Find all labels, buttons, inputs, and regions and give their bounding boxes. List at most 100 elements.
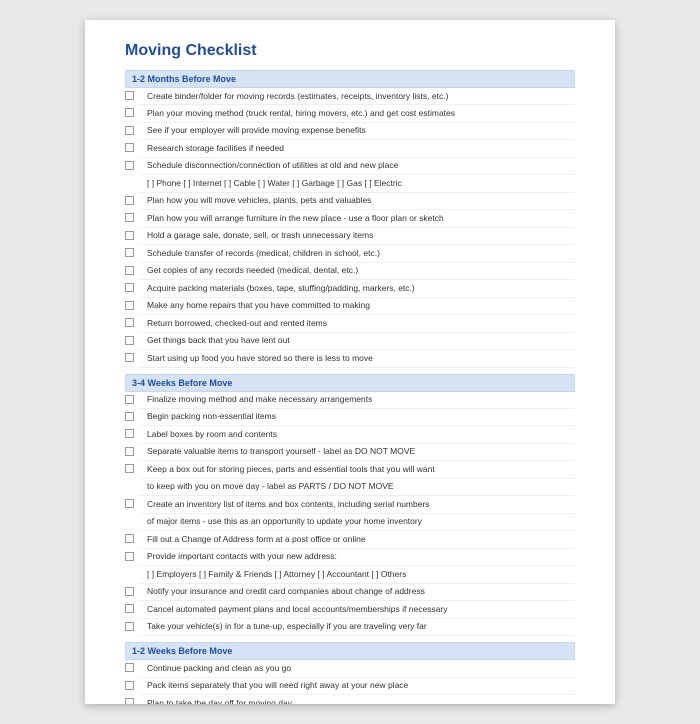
checklist-row: [ ] Employers [ ] Family & Friends [ ] A… (125, 566, 575, 583)
checklist-item-text: Make any home repairs that you have comm… (139, 298, 575, 315)
checklist-item-text: Plan how you will arrange furniture in t… (139, 210, 575, 227)
checkbox-icon[interactable] (125, 604, 134, 613)
checklist-item-text: Pack items separately that you will need… (139, 678, 575, 695)
checkbox-icon[interactable] (125, 429, 134, 438)
checkbox-cell (125, 619, 139, 631)
checkbox-icon[interactable] (125, 587, 134, 596)
page-title: Moving Checklist (125, 42, 575, 60)
checkbox-icon[interactable] (125, 552, 134, 561)
checklist-item-text: Research storage facilities if needed (139, 140, 575, 157)
checkbox-icon[interactable] (125, 681, 134, 690)
checklist-row: Plan how you will arrange furniture in t… (125, 210, 575, 227)
checklist-row: Separate valuable items to transport you… (125, 444, 575, 461)
checkbox-icon[interactable] (125, 161, 134, 170)
checkbox-icon[interactable] (125, 318, 134, 327)
checkbox-cell (125, 210, 139, 222)
checklist-item-text: Notify your insurance and credit card co… (139, 584, 575, 601)
checklist-item-text: Start using up food you have stored so t… (139, 350, 575, 367)
checklist-row: Continue packing and clean as you go (125, 660, 575, 677)
checklist-row: Cancel automated payment plans and local… (125, 601, 575, 618)
checkbox-cell (125, 315, 139, 327)
checkbox-icon[interactable] (125, 663, 134, 672)
checkbox-cell (125, 263, 139, 275)
checkbox-icon[interactable] (125, 143, 134, 152)
checkbox-icon[interactable] (125, 698, 134, 704)
checklist-row: Begin packing non-essential items (125, 409, 575, 426)
checkbox-icon[interactable] (125, 126, 134, 135)
checklist-item-text: Keep a box out for storing pieces, parts… (139, 461, 575, 478)
checkbox-cell (125, 193, 139, 205)
checklist-item-text: Plan how you will move vehicles, plants,… (139, 193, 575, 210)
checklist-row: Get copies of any records needed (medica… (125, 263, 575, 280)
checklist-item-text: Take your vehicle(s) in for a tune-up, e… (139, 619, 575, 636)
checklist-item-text: Cancel automated payment plans and local… (139, 601, 575, 618)
checklist-item-text: Separate valuable items to transport you… (139, 444, 575, 461)
checkbox-cell (125, 514, 139, 515)
checklist-item-text: Finalize moving method and make necessar… (139, 392, 575, 409)
section-header: 1-2 Weeks Before Move (125, 642, 575, 660)
checkbox-cell (125, 695, 139, 704)
checklist-row: Get things back that you have lent out (125, 333, 575, 350)
checklist-item-text: Create binder/folder for moving records … (139, 88, 575, 105)
checkbox-cell (125, 426, 139, 438)
checkbox-icon[interactable] (125, 301, 134, 310)
checkbox-icon[interactable] (125, 395, 134, 404)
checklist-row: Label boxes by room and contents (125, 426, 575, 443)
checkbox-icon[interactable] (125, 231, 134, 240)
checklist-body: 1-2 Months Before MoveCreate binder/fold… (125, 70, 575, 704)
checklist-item-text: Plan to take the day off for moving day (139, 695, 575, 704)
checklist-item-text: Schedule disconnection/connection of uti… (139, 158, 575, 175)
checkbox-cell (125, 175, 139, 176)
checklist-row: Make any home repairs that you have comm… (125, 298, 575, 315)
checkbox-icon[interactable] (125, 108, 134, 117)
checklist-row: Finalize moving method and make necessar… (125, 392, 575, 409)
checkbox-cell (125, 566, 139, 567)
checklist-row: Notify your insurance and credit card co… (125, 584, 575, 601)
checkbox-cell (125, 105, 139, 117)
checklist-item-text: Get copies of any records needed (medica… (139, 263, 575, 280)
checklist-row: Schedule transfer of records (medical, c… (125, 245, 575, 262)
checklist-row: to keep with you on move day - label as … (125, 479, 575, 496)
checkbox-icon[interactable] (125, 412, 134, 421)
checkbox-icon[interactable] (125, 353, 134, 362)
checkbox-cell (125, 333, 139, 345)
checklist-item-text: See if your employer will provide moving… (139, 123, 575, 140)
checkbox-icon[interactable] (125, 283, 134, 292)
checkbox-icon[interactable] (125, 91, 134, 100)
checkbox-cell (125, 245, 139, 257)
checkbox-icon[interactable] (125, 447, 134, 456)
checklist-row: Plan how you will move vehicles, plants,… (125, 193, 575, 210)
checkbox-icon[interactable] (125, 266, 134, 275)
checklist-row: Create an inventory list of items and bo… (125, 496, 575, 513)
checkbox-icon[interactable] (125, 213, 134, 222)
checklist-row: Take your vehicle(s) in for a tune-up, e… (125, 619, 575, 636)
checklist-item-text: to keep with you on move day - label as … (139, 479, 575, 496)
checkbox-cell (125, 228, 139, 240)
section-header: 1-2 Months Before Move (125, 70, 575, 88)
checkbox-icon[interactable] (125, 499, 134, 508)
section-header: 3-4 Weeks Before Move (125, 374, 575, 392)
document-page: Moving Checklist 1-2 Months Before MoveC… (85, 20, 615, 704)
checkbox-cell (125, 444, 139, 456)
checkbox-cell (125, 549, 139, 561)
checklist-row: Provide important contacts with your new… (125, 549, 575, 566)
checkbox-icon[interactable] (125, 196, 134, 205)
checklist-row: Start using up food you have stored so t… (125, 350, 575, 367)
checkbox-icon[interactable] (125, 622, 134, 631)
checkbox-cell (125, 601, 139, 613)
checklist-item-text: of major items - use this as an opportun… (139, 514, 575, 531)
checkbox-icon[interactable] (125, 464, 134, 473)
checklist-row: Plan to take the day off for moving day (125, 695, 575, 704)
checklist-row: Acquire packing materials (boxes, tape, … (125, 280, 575, 297)
checkbox-icon[interactable] (125, 336, 134, 345)
checklist-item-text: Schedule transfer of records (medical, c… (139, 245, 575, 262)
checkbox-cell (125, 479, 139, 480)
checklist-row: Pack items separately that you will need… (125, 678, 575, 695)
checkbox-icon[interactable] (125, 534, 134, 543)
checkbox-icon[interactable] (125, 248, 134, 257)
checkbox-cell (125, 280, 139, 292)
checklist-row: Return borrowed, checked-out and rented … (125, 315, 575, 332)
checklist-item-text: Acquire packing materials (boxes, tape, … (139, 280, 575, 297)
checkbox-cell (125, 123, 139, 135)
checkbox-cell (125, 392, 139, 404)
